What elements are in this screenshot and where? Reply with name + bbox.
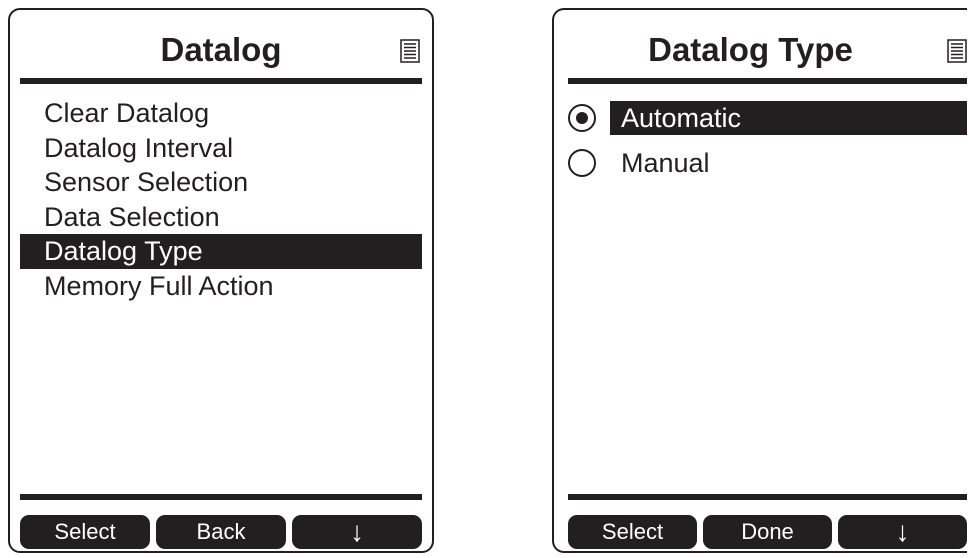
screen-title: Datalog bbox=[160, 31, 282, 68]
radio-button-unchecked[interactable] bbox=[568, 149, 596, 177]
option-manual[interactable]: Manual bbox=[566, 144, 967, 189]
down-arrow-button[interactable]: ↓ bbox=[292, 515, 422, 549]
option-label[interactable]: Automatic bbox=[610, 101, 967, 135]
select-button[interactable]: Select bbox=[568, 515, 697, 549]
select-button[interactable]: Select bbox=[20, 515, 150, 549]
softkey-bar: Select Back ↓ bbox=[20, 515, 422, 549]
done-button[interactable]: Done bbox=[703, 515, 832, 549]
menu-item-memory-full-action[interactable]: Memory Full Action bbox=[20, 269, 422, 304]
menu-item-clear-datalog[interactable]: Clear Datalog bbox=[20, 96, 422, 131]
title-divider bbox=[568, 78, 967, 84]
datalog-type-options: Automatic Manual bbox=[566, 99, 967, 189]
menu-item-sensor-selection[interactable]: Sensor Selection bbox=[20, 165, 422, 200]
title-divider bbox=[20, 78, 422, 84]
option-automatic[interactable]: Automatic bbox=[566, 99, 967, 144]
softkey-divider bbox=[20, 494, 422, 500]
radio-button-checked[interactable] bbox=[568, 104, 596, 132]
softkey-bar: Select Done ↓ bbox=[568, 515, 967, 549]
down-arrow-button[interactable]: ↓ bbox=[838, 515, 967, 549]
back-button[interactable]: Back bbox=[156, 515, 286, 549]
option-label[interactable]: Manual bbox=[610, 146, 967, 180]
list-menu-icon[interactable] bbox=[400, 39, 420, 63]
list-menu-icon[interactable] bbox=[947, 39, 967, 63]
screen-title: Datalog Type bbox=[648, 31, 853, 68]
datalog-menu: Clear Datalog Datalog Interval Sensor Se… bbox=[20, 96, 422, 303]
menu-item-datalog-type[interactable]: Datalog Type bbox=[20, 234, 422, 269]
datalog-screen: Datalog Clear Datalog Datalog Interval S… bbox=[8, 8, 434, 553]
menu-item-data-selection[interactable]: Data Selection bbox=[20, 200, 422, 235]
softkey-divider bbox=[568, 494, 967, 500]
menu-item-datalog-interval[interactable]: Datalog Interval bbox=[20, 131, 422, 166]
datalog-type-screen: Datalog Type Automatic Manual Select Don… bbox=[552, 8, 967, 553]
